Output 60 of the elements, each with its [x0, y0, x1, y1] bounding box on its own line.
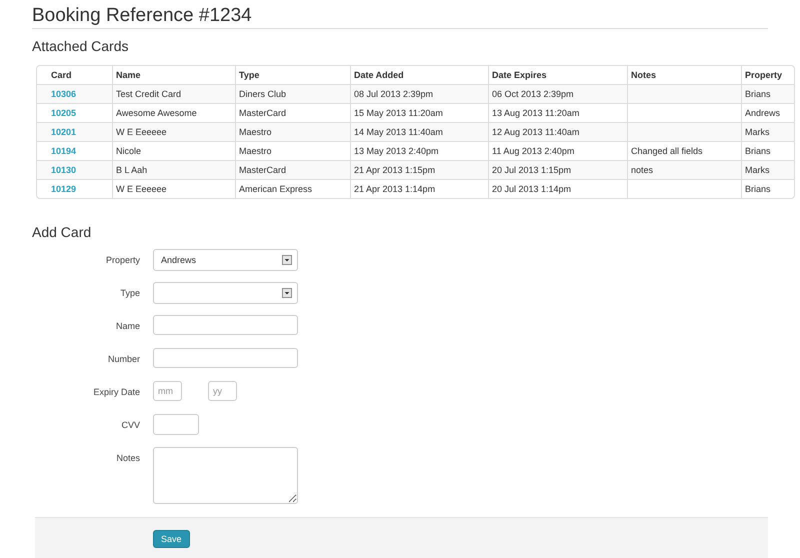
table-cell: 12 Aug 2013 11:40am [492, 127, 580, 137]
card-link[interactable]: 10129 [51, 184, 76, 194]
table-cell: Test Credit Card [116, 89, 182, 99]
field-label: Expiry Date [92, 386, 140, 399]
input-field[interactable] [153, 414, 199, 435]
select-field[interactable] [153, 282, 298, 304]
table-cell: notes [631, 165, 654, 175]
section-heading: Attached Cards [32, 37, 130, 55]
column-header: Card [50, 69, 73, 82]
table-cell: MasterCard [239, 165, 286, 175]
input-field[interactable]: yy [208, 381, 237, 401]
table-cell: 08 Jul 2013 2:39pm [354, 89, 434, 99]
table-cell: Brians [745, 184, 771, 194]
table-cell: Changed all fields [631, 146, 703, 156]
table-cell: 06 Oct 2013 2:39pm [492, 89, 574, 99]
field-label: Type [119, 287, 140, 300]
table-cell: Marks [745, 127, 770, 137]
table-cell: W E Eeeeee [116, 127, 167, 137]
field-label: Notes [115, 452, 140, 465]
dropdown-icon [282, 255, 292, 265]
table-cell: MasterCard [239, 108, 286, 118]
page-title: Booking Reference #1234 [32, 5, 768, 29]
table-cell: 13 May 2013 2:40pm [354, 146, 439, 156]
table-cell: 21 Apr 2013 1:14pm [354, 184, 436, 194]
table-cell: Nicole [116, 146, 142, 156]
card-link[interactable]: 10194 [51, 146, 76, 156]
field-label: Property [104, 254, 140, 267]
table-cell: Andrews [745, 108, 780, 118]
table-cell: 11 Aug 2013 2:40pm [492, 146, 574, 156]
table-cell: 13 Aug 2013 11:20am [492, 108, 580, 118]
table-cell: American Express [239, 184, 312, 194]
select-field[interactable]: Andrews [153, 249, 298, 271]
table-cell: W E Eeeeee [116, 184, 167, 194]
table-cell: 15 May 2013 11:20am [354, 108, 443, 118]
table-cell: Diners Club [239, 89, 286, 99]
field-label: Name [114, 320, 140, 333]
table-cell: Awesome Awesome [116, 108, 197, 118]
table-cell: 20 Jul 2013 1:15pm [492, 165, 572, 175]
card-link[interactable]: 10205 [51, 108, 76, 118]
save-button[interactable]: Save [153, 530, 190, 548]
table-cell: Brians [745, 89, 771, 99]
dropdown-icon [282, 288, 292, 298]
card-link[interactable]: 10130 [51, 165, 76, 175]
table-cell: Brians [745, 146, 771, 156]
text-area[interactable] [153, 447, 298, 504]
field-label: CVV [120, 419, 140, 432]
table-cell: B L Aah [116, 165, 148, 175]
table-cell: 20 Jul 2013 1:14pm [492, 184, 572, 194]
section-heading: Add Card [32, 223, 92, 241]
input-field[interactable] [153, 348, 298, 368]
card-link[interactable]: 10201 [51, 127, 76, 137]
card-link[interactable]: 10306 [51, 89, 76, 99]
input-field[interactable]: mm [153, 381, 182, 401]
table-cell: 14 May 2013 11:40am [354, 127, 443, 137]
input-field[interactable] [153, 315, 298, 335]
table-cell: Marks [745, 165, 770, 175]
table-cell: 21 Apr 2013 1:15pm [354, 165, 436, 175]
table-cell: Maestro [239, 127, 272, 137]
table-cell: Maestro [239, 146, 272, 156]
field-label: Number [106, 353, 140, 366]
